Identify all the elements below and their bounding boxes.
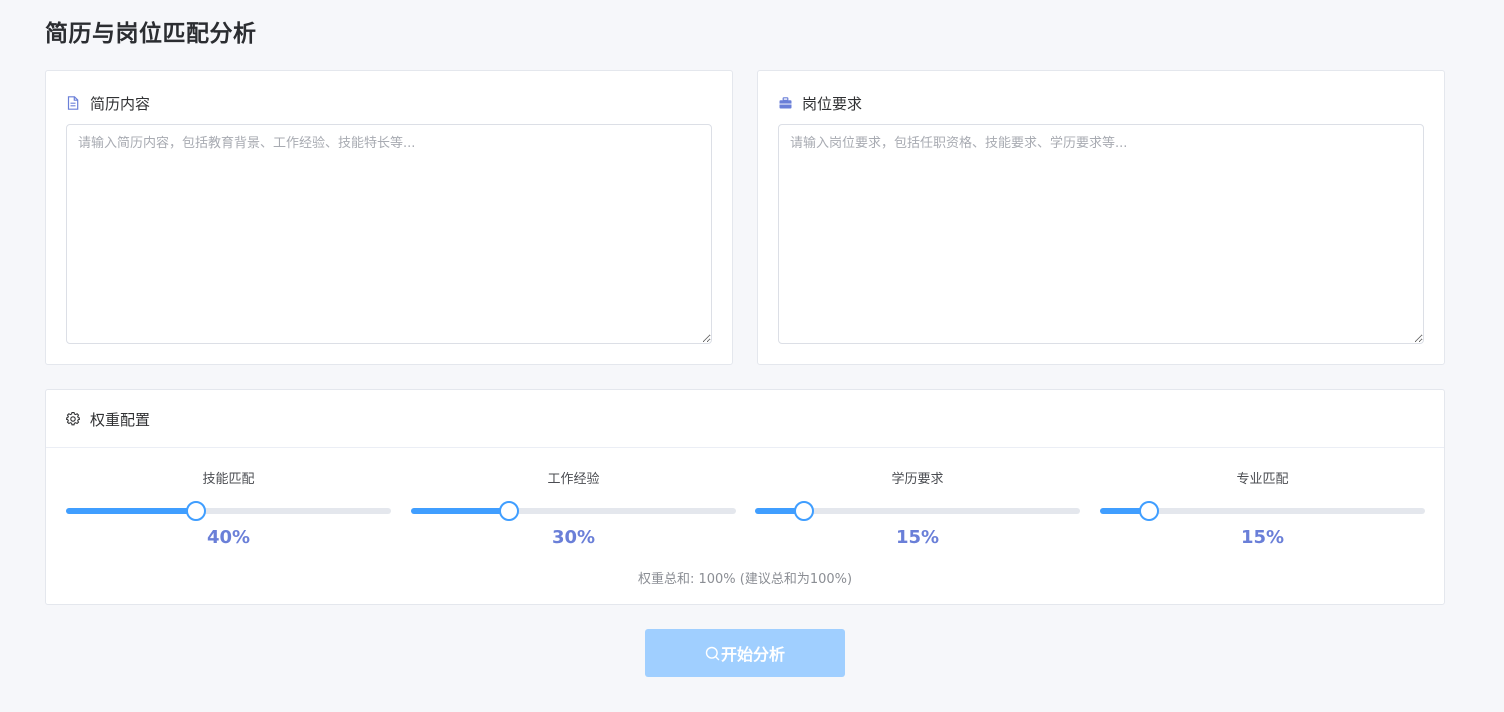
slider-value: 30% — [551, 527, 596, 548]
resume-card-title: 简历内容 — [90, 94, 151, 113]
start-analysis-button[interactable]: 开始分析 — [645, 629, 845, 677]
resume-card: 简历内容 — [45, 70, 733, 365]
weights-card-header: 权重配置 — [66, 409, 150, 429]
briefcase-icon — [778, 96, 792, 110]
slider-skills-match: 技能匹配 40% — [66, 468, 391, 558]
slider-thumb[interactable] — [186, 501, 206, 521]
weights-card: 权重配置 技能匹配 40% 工作经验 30% 学历要求 15% 专业匹配 15% — [45, 389, 1445, 605]
slider-thumb[interactable] — [498, 501, 519, 521]
slider-value: 40% — [206, 527, 251, 548]
weights-card-title: 权重配置 — [90, 410, 151, 429]
slider-track[interactable] — [66, 501, 391, 521]
job-card-header: 岗位要求 — [778, 93, 862, 113]
slider-value: 15% — [895, 527, 940, 548]
slider-major-match: 专业匹配 15% — [1100, 468, 1425, 558]
slider-fill — [66, 508, 196, 514]
slider-label: 工作经验 — [547, 472, 600, 487]
job-card: 岗位要求 — [757, 70, 1445, 365]
slider-track[interactable] — [755, 501, 1080, 521]
resume-input[interactable] — [66, 124, 712, 344]
document-icon — [66, 96, 80, 110]
slider-value: 15% — [1240, 527, 1285, 548]
resume-card-header: 简历内容 — [66, 93, 150, 113]
slider-work-experience: 工作经验 30% — [411, 468, 736, 558]
slider-label: 学历要求 — [891, 472, 944, 487]
slider-track[interactable] — [411, 501, 736, 521]
gear-icon — [66, 412, 80, 426]
weight-sum-text: 权重总和: 100% (建议总和为100%) — [637, 572, 853, 587]
slider-fill — [411, 508, 509, 514]
slider-thumb[interactable] — [793, 501, 814, 521]
start-analysis-label: 开始分析 — [720, 645, 785, 664]
slider-education: 学历要求 15% — [755, 468, 1080, 558]
slider-track[interactable] — [1100, 501, 1425, 521]
slider-label: 专业匹配 — [1236, 472, 1289, 487]
slider-label: 技能匹配 — [202, 472, 255, 487]
search-icon — [705, 646, 720, 661]
slider-thumb[interactable] — [1138, 501, 1159, 521]
weights-divider — [46, 447, 1444, 448]
job-requirements-input[interactable] — [778, 124, 1424, 344]
page-title: 简历与岗位匹配分析 — [45, 21, 257, 47]
job-card-title: 岗位要求 — [802, 94, 863, 113]
